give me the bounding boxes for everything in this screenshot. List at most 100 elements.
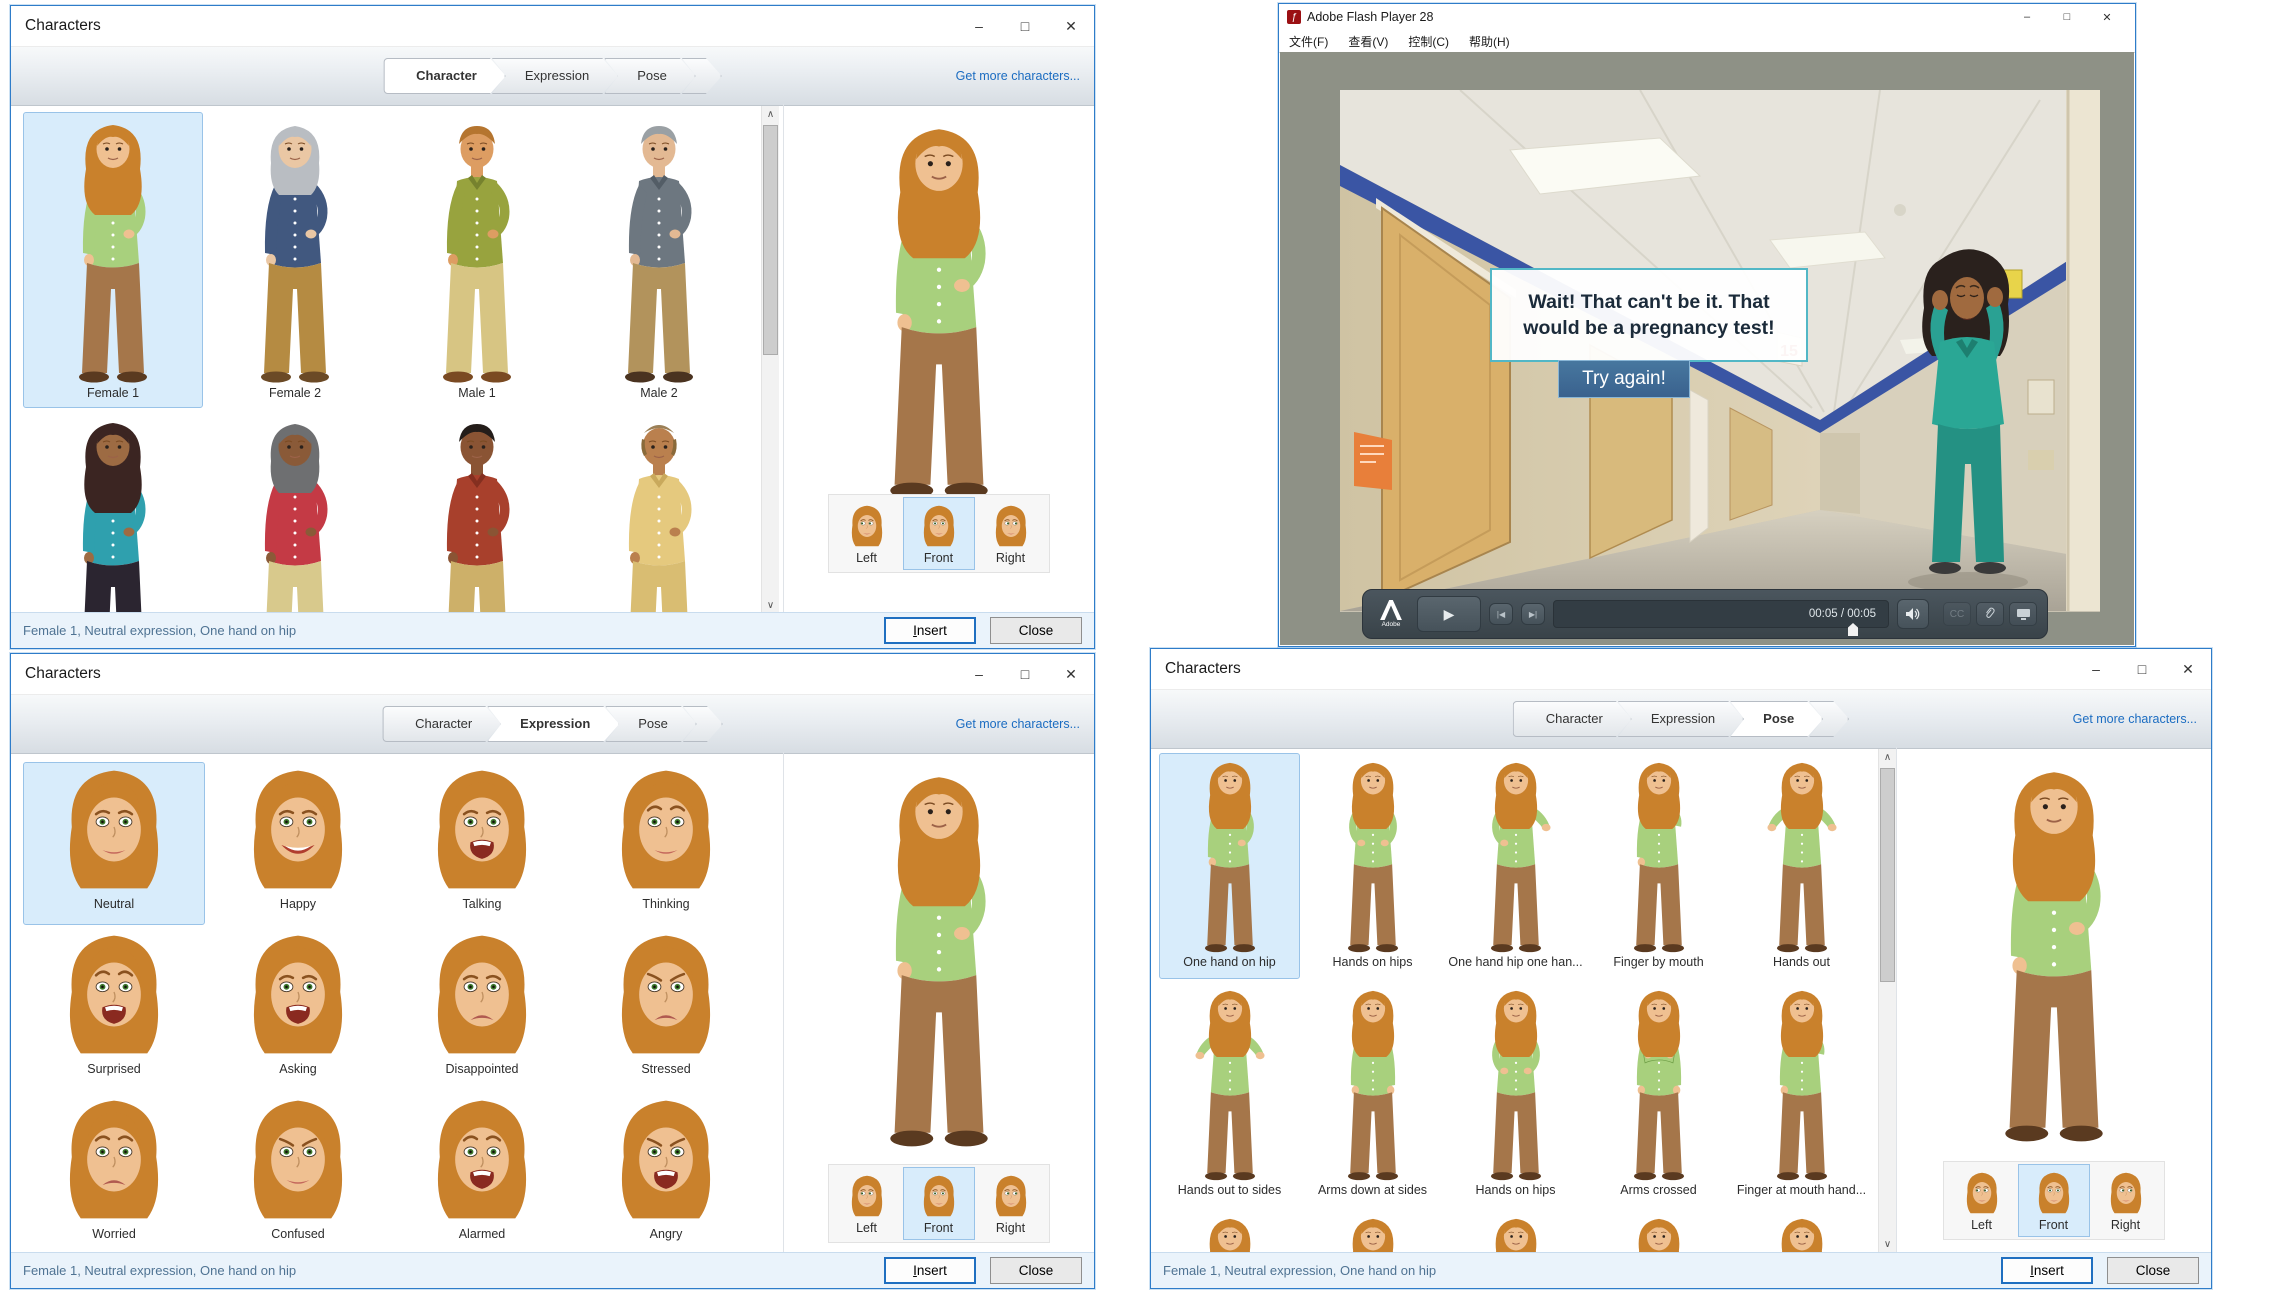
pose-card[interactable]: Finger at mouth hand...: [1731, 981, 1872, 1207]
scrollbar-thumb[interactable]: [1880, 768, 1895, 982]
scroll-track[interactable]: [762, 123, 779, 597]
orientation-front[interactable]: Front: [903, 497, 975, 570]
minimize-icon[interactable]: –: [2007, 4, 2047, 30]
close-button[interactable]: Close: [990, 1257, 1082, 1284]
title-bar[interactable]: ƒ Adobe Flash Player 28 – □ ✕: [1279, 4, 2135, 30]
volume-icon[interactable]: [1897, 599, 1929, 629]
pose-card[interactable]: [1588, 1209, 1729, 1253]
insert-button[interactable]: Insert: [2001, 1257, 2093, 1284]
minimize-icon[interactable]: –: [956, 654, 1002, 694]
pose-card[interactable]: Finger by mouth: [1588, 753, 1729, 979]
close-icon[interactable]: ✕: [2087, 4, 2127, 30]
orientation-left[interactable]: Left: [831, 1167, 903, 1240]
scroll-up-icon[interactable]: ∧: [1879, 749, 1896, 766]
next-button[interactable]: ▶|: [1521, 603, 1545, 625]
menu-item[interactable]: 控制(C): [1408, 33, 1449, 50]
expression-card[interactable]: Stressed: [575, 927, 757, 1090]
close-icon[interactable]: ✕: [2165, 649, 2211, 689]
menu-item[interactable]: 查看(V): [1348, 33, 1388, 50]
pose-card[interactable]: One hand on hip: [1159, 753, 1300, 979]
pose-card[interactable]: [1445, 1209, 1586, 1253]
expression-card[interactable]: Surprised: [23, 927, 205, 1090]
tab-character[interactable]: Character: [1513, 701, 1632, 737]
orientation-front[interactable]: Front: [2018, 1164, 2090, 1237]
pose-card[interactable]: [1159, 1209, 1300, 1253]
maximize-icon[interactable]: □: [1002, 6, 1048, 46]
scroll-up-icon[interactable]: ∧: [762, 106, 779, 123]
scroll-track[interactable]: [1879, 766, 1896, 1236]
character-card[interactable]: [387, 410, 567, 614]
player-stage: 15 Wait! That can't be it. That would be…: [1280, 52, 2134, 645]
expression-card[interactable]: Happy: [207, 762, 389, 925]
orientation-right[interactable]: Right: [975, 497, 1047, 570]
close-icon[interactable]: ✕: [1048, 6, 1094, 46]
tab-expression[interactable]: Expression: [492, 58, 618, 94]
character-card[interactable]: Female 1: [23, 112, 203, 408]
minimize-icon[interactable]: –: [956, 6, 1002, 46]
pose-card[interactable]: Hands out to sides: [1159, 981, 1300, 1207]
pose-card[interactable]: Hands on hips: [1302, 753, 1443, 979]
get-more-characters-link[interactable]: Get more characters...: [956, 69, 1080, 83]
character-card[interactable]: Male 2: [569, 112, 749, 408]
title-bar[interactable]: Characters – □ ✕: [11, 654, 1094, 694]
pose-card[interactable]: Hands out: [1731, 753, 1872, 979]
seek-bar[interactable]: 00:05 / 00:05: [1553, 600, 1889, 628]
scrollbar[interactable]: ∧ ∨: [761, 106, 779, 614]
tab-character[interactable]: Character: [382, 706, 501, 742]
character-card[interactable]: [23, 410, 203, 614]
expression-card[interactable]: Worried: [23, 1092, 205, 1252]
menu-item[interactable]: 文件(F): [1289, 33, 1328, 50]
orientation-left[interactable]: Left: [1946, 1164, 2018, 1237]
tab-character[interactable]: Character: [383, 58, 506, 94]
pose-card[interactable]: [1731, 1209, 1872, 1253]
menu-item[interactable]: 帮助(H): [1469, 33, 1510, 50]
expression-card[interactable]: Disappointed: [391, 927, 573, 1090]
closed-captions-icon[interactable]: CC: [1943, 602, 1971, 626]
scroll-down-icon[interactable]: ∨: [1879, 1236, 1896, 1253]
close-icon[interactable]: ✕: [1048, 654, 1094, 694]
pose-card[interactable]: One hand hip one han...: [1445, 753, 1586, 979]
get-more-characters-link[interactable]: Get more characters...: [956, 717, 1080, 731]
title-bar[interactable]: Characters – □ ✕: [1151, 649, 2211, 689]
tab-expression[interactable]: Expression: [487, 706, 619, 742]
display-menu-icon[interactable]: [2009, 602, 2037, 626]
try-again-button[interactable]: Try again!: [1558, 360, 1690, 398]
pose-grid: One hand on hip Hands on hips One hand h…: [1159, 753, 1874, 1253]
expression-card[interactable]: Neutral: [23, 762, 205, 925]
minimize-icon[interactable]: –: [2073, 649, 2119, 689]
expression-card[interactable]: Asking: [207, 927, 389, 1090]
expression-card[interactable]: Alarmed: [391, 1092, 573, 1252]
expression-card[interactable]: Thinking: [575, 762, 757, 925]
previous-button[interactable]: |◀: [1489, 603, 1513, 625]
close-button[interactable]: Close: [990, 617, 1082, 644]
tab-expression[interactable]: Expression: [1618, 701, 1744, 737]
seek-thumb[interactable]: [1848, 623, 1858, 636]
orientation-left[interactable]: Left: [831, 497, 903, 570]
orientation-right[interactable]: Right: [2090, 1164, 2162, 1237]
character-card[interactable]: [205, 410, 385, 614]
character-card[interactable]: [569, 410, 749, 614]
insert-button[interactable]: Insert: [884, 1257, 976, 1284]
get-more-characters-link[interactable]: Get more characters...: [2073, 712, 2197, 726]
pose-card[interactable]: Arms crossed: [1588, 981, 1729, 1207]
maximize-icon[interactable]: □: [2047, 4, 2087, 30]
close-button[interactable]: Close: [2107, 1257, 2199, 1284]
expression-card[interactable]: Talking: [391, 762, 573, 925]
pose-card[interactable]: [1302, 1209, 1443, 1253]
maximize-icon[interactable]: □: [1002, 654, 1048, 694]
title-bar[interactable]: Characters – □ ✕: [11, 6, 1094, 46]
expression-card[interactable]: Angry: [575, 1092, 757, 1252]
character-card[interactable]: Female 2: [205, 112, 385, 408]
pose-card[interactable]: Hands on hips: [1445, 981, 1586, 1207]
scrollbar-thumb[interactable]: [763, 125, 778, 355]
orientation-right[interactable]: Right: [975, 1167, 1047, 1240]
paperclip-icon[interactable]: [1976, 602, 2004, 626]
play-button[interactable]: ▶: [1417, 596, 1481, 632]
insert-button[interactable]: Insert: [884, 617, 976, 644]
maximize-icon[interactable]: □: [2119, 649, 2165, 689]
scrollbar[interactable]: ∧ ∨: [1878, 749, 1896, 1253]
pose-card[interactable]: Arms down at sides: [1302, 981, 1443, 1207]
expression-card[interactable]: Confused: [207, 1092, 389, 1252]
character-card[interactable]: Male 1: [387, 112, 567, 408]
orientation-front[interactable]: Front: [903, 1167, 975, 1240]
